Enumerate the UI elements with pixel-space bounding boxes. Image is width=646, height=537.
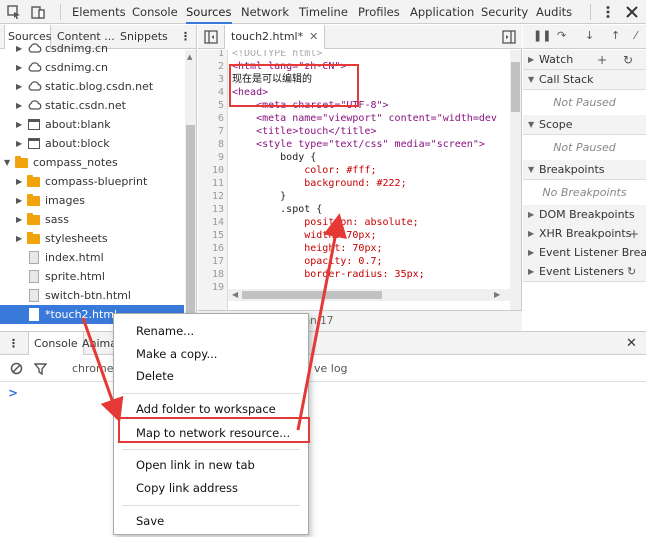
- arrow-to-code: [296, 213, 347, 431]
- arrow-to-menu-item: [81, 317, 124, 423]
- annotation-arrows: [81, 213, 347, 431]
